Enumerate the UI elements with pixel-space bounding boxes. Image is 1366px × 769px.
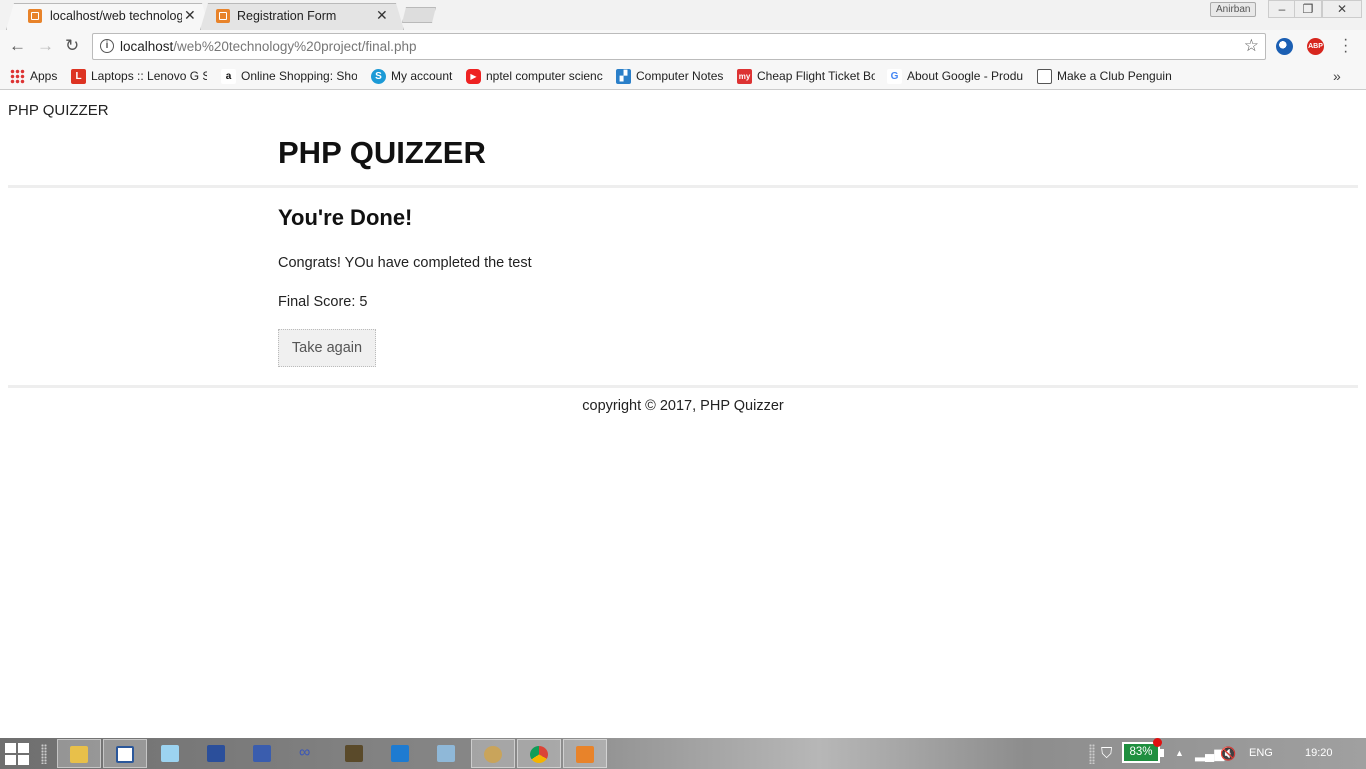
browser-tab-strip: localhost/web technolog ✕ Registration F… — [0, 0, 1366, 30]
tab-localhost[interactable]: localhost/web technolog ✕ — [6, 3, 210, 30]
address-bar[interactable]: i localhost/web%20technology%20project/f… — [92, 33, 1266, 60]
reload-icon[interactable]: ↻ — [65, 36, 79, 56]
page-title: PHP QUIZZER — [278, 135, 486, 170]
bookmark-apps[interactable]: Apps — [10, 68, 70, 85]
bookmark-computer-notes[interactable]: ▞ Computer Notes — [616, 68, 726, 85]
xampp-icon[interactable] — [563, 739, 607, 768]
infinity-app-icon[interactable]: ∞ — [287, 739, 331, 768]
browser-toolbar: ← → ↻ i localhost/web%20technology%20pro… — [0, 30, 1366, 63]
apps-icon — [10, 69, 25, 84]
shield-check-icon[interactable]: ⛉ — [1101, 738, 1112, 769]
globe-icon[interactable] — [1276, 38, 1293, 55]
bracket-app-icon[interactable] — [379, 739, 423, 768]
control-panel-icon[interactable] — [471, 739, 515, 768]
tray-grip — [1089, 744, 1095, 764]
remote-desktop-icon[interactable] — [241, 739, 285, 768]
back-icon[interactable]: ← — [9, 36, 26, 56]
page-content: PHP QUIZZER PHP QUIZZER You're Done! Con… — [0, 91, 1366, 738]
bookmark-amazon[interactable]: a Online Shopping: Sho — [221, 68, 357, 85]
new-tab-button[interactable] — [402, 7, 436, 23]
notes-icon: ▞ — [616, 69, 631, 84]
makemytrip-icon: my — [737, 69, 752, 84]
lenovo-icon: L — [71, 69, 86, 84]
tab-title: Registration Form — [237, 9, 337, 23]
battery-indicator[interactable]: 83% — [1122, 738, 1164, 763]
bookmark-lenovo[interactable]: L Laptops :: Lenovo G S — [71, 68, 207, 85]
folder-icon — [1037, 69, 1052, 84]
bookmark-nptel[interactable]: ▶ nptel computer scienc — [466, 68, 604, 85]
xampp-favicon-icon — [28, 9, 42, 23]
amazon-icon: a — [221, 69, 236, 84]
editor-app-icon[interactable] — [333, 739, 377, 768]
youtube-icon: ▶ — [466, 69, 481, 84]
paint-icon[interactable] — [195, 739, 239, 768]
xampp-favicon-icon — [216, 9, 230, 23]
battery-alert-icon — [1153, 738, 1162, 747]
final-score: Final Score: 5 — [278, 294, 368, 310]
image-viewer-icon[interactable] — [425, 739, 469, 768]
start-button-icon[interactable] — [5, 743, 29, 765]
google-icon: G — [887, 69, 902, 84]
tab-registration-form[interactable]: Registration Form ✕ — [200, 3, 404, 30]
header-divider — [8, 185, 1358, 188]
done-heading: You're Done! — [278, 205, 413, 230]
more-bookmarks-icon[interactable]: » — [1333, 68, 1341, 84]
forward-icon[interactable]: → — [37, 36, 54, 56]
file-explorer-icon[interactable] — [57, 739, 101, 768]
word-icon[interactable] — [103, 739, 147, 768]
close-tab-icon[interactable]: ✕ — [376, 7, 388, 24]
windows-taskbar: ∞ ⛉ 83% ▲ ▂▄▆ 🔇 ENG 19:20 — [0, 738, 1366, 769]
language-indicator[interactable]: ENG — [1249, 738, 1273, 769]
bookmarks-bar: Apps L Laptops :: Lenovo G S a Online Sh… — [0, 63, 1366, 90]
profile-button[interactable]: Anirban — [1210, 2, 1257, 17]
clock[interactable]: 19:20 — [1305, 738, 1333, 769]
take-again-button[interactable]: Take again — [278, 329, 376, 367]
close-tab-icon[interactable]: ✕ — [184, 7, 196, 24]
show-hidden-icons-icon[interactable]: ▲ — [1175, 738, 1184, 769]
chrome-menu-icon[interactable]: · · · — [1343, 32, 1348, 60]
congrats-text: Congrats! YOu have completed the test — [278, 255, 532, 271]
bookmark-cheap-flight[interactable]: my Cheap Flight Ticket Bo — [737, 68, 875, 85]
skype-icon: S — [371, 69, 386, 84]
footer-copyright: copyright © 2017, PHP Quizzer — [582, 398, 784, 414]
battery-percent: 83% — [1129, 746, 1153, 758]
abp-icon[interactable]: ABP — [1307, 38, 1324, 55]
restore-icon[interactable]: ❐ — [1294, 0, 1322, 18]
chrome-icon[interactable] — [517, 739, 561, 768]
volume-muted-icon[interactable]: 🔇 — [1220, 738, 1236, 769]
close-window-icon[interactable]: ✕ — [1322, 0, 1362, 18]
minimize-icon[interactable]: – — [1268, 0, 1296, 18]
url-text[interactable]: localhost/web%20technology%20project/fin… — [120, 39, 416, 54]
bookmark-my-account[interactable]: S My account — [371, 68, 457, 85]
taskbar-grip — [41, 744, 47, 764]
info-icon[interactable]: i — [100, 39, 114, 53]
footer-divider — [8, 385, 1358, 388]
bookmark-club-penguin[interactable]: Make a Club Penguin — [1037, 68, 1173, 85]
bookmark-star-icon[interactable]: ☆ — [1244, 36, 1259, 56]
notepad-icon[interactable] — [149, 739, 193, 768]
brand-link[interactable]: PHP QUIZZER — [8, 102, 109, 119]
bookmark-about-google[interactable]: G About Google - Produ — [887, 68, 1025, 85]
tab-title: localhost/web technolog — [50, 9, 182, 23]
